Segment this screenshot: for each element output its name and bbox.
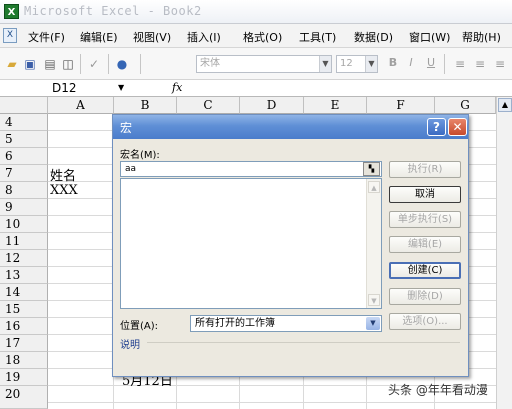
- options-button[interactable]: 选项(O)...: [389, 313, 461, 330]
- row-header-4[interactable]: 4: [0, 114, 48, 131]
- row-header-10[interactable]: 10: [0, 216, 48, 233]
- chevron-down-icon: ▼: [366, 317, 380, 330]
- italic-button[interactable]: I: [404, 56, 418, 69]
- font-name-value: 宋体: [200, 58, 220, 69]
- menu-window[interactable]: 窗口(W): [409, 29, 450, 45]
- scroll-down-icon[interactable]: ▼: [368, 294, 380, 306]
- close-button[interactable]: ✕: [448, 118, 467, 136]
- help-icon[interactable]: ●: [114, 56, 130, 72]
- column-header-a[interactable]: A: [48, 97, 114, 114]
- row-header-20[interactable]: 20: [0, 386, 48, 409]
- column-header-f[interactable]: F: [367, 97, 435, 114]
- toolbar: ▰ ▣ ▤ ◫ ✓ ● 宋体 ▼ 12 ▼ B I U ≡ ≡ ≡: [0, 48, 512, 80]
- cell-a8[interactable]: XXX: [50, 183, 78, 198]
- delete-button[interactable]: 删除(D): [389, 288, 461, 305]
- save-icon[interactable]: ▣: [22, 56, 38, 72]
- row-header-14[interactable]: 14: [0, 284, 48, 301]
- row-header-12[interactable]: 12: [0, 250, 48, 267]
- print-preview-icon[interactable]: ◫: [60, 56, 76, 72]
- column-header-d[interactable]: D: [240, 97, 304, 114]
- menu-bar: X 文件(F) 编辑(E) 视图(V) 插入(I) 格式(O) 工具(T) 数据…: [0, 24, 512, 48]
- column-header-g[interactable]: G: [435, 97, 496, 114]
- row-header-5[interactable]: 5: [0, 131, 48, 148]
- cancel-button[interactable]: 取消: [389, 186, 461, 203]
- menu-file[interactable]: 文件(F): [28, 29, 65, 45]
- align-right-icon[interactable]: ≡: [492, 56, 508, 72]
- name-box[interactable]: D12: [16, 80, 112, 97]
- menu-edit[interactable]: 编辑(E): [80, 29, 118, 45]
- description-divider: [147, 342, 460, 343]
- step-into-button[interactable]: 单步执行(S): [389, 211, 461, 228]
- font-name-select[interactable]: 宋体 ▼: [196, 55, 332, 73]
- row-header-18[interactable]: 18: [0, 352, 48, 369]
- menu-tools[interactable]: 工具(T): [299, 29, 336, 45]
- menu-format[interactable]: 格式(O): [243, 29, 282, 45]
- row-header-13[interactable]: 13: [0, 267, 48, 284]
- help-button[interactable]: ?: [427, 118, 446, 136]
- macro-name-label: 宏名(M):: [120, 150, 160, 161]
- underline-button[interactable]: U: [424, 56, 438, 69]
- location-select[interactable]: 所有打开的工作簿 ▼: [190, 315, 382, 332]
- row-header-11[interactable]: 11: [0, 233, 48, 250]
- collapse-dialog-icon[interactable]: ▚: [363, 162, 380, 176]
- row-header-19[interactable]: 19: [0, 369, 48, 386]
- open-folder-icon[interactable]: ▰: [4, 56, 20, 72]
- watermark-text: 头条 @年年看动漫: [388, 383, 488, 397]
- column-header-c[interactable]: C: [177, 97, 240, 114]
- menu-view[interactable]: 视图(V): [133, 29, 171, 45]
- chevron-down-icon: ▼: [319, 56, 331, 72]
- print-icon[interactable]: ▤: [42, 56, 58, 72]
- column-header-e[interactable]: E: [304, 97, 367, 114]
- macro-list-scrollbar[interactable]: ▲ ▼: [366, 179, 381, 308]
- window-titlebar: X Microsoft Excel - Book2: [0, 0, 512, 24]
- font-size-value: 12: [340, 58, 353, 69]
- dialog-titlebar[interactable]: 宏 ? ✕: [113, 115, 468, 139]
- run-button[interactable]: 执行(R): [389, 161, 461, 178]
- location-value: 所有打开的工作簿: [195, 318, 275, 329]
- row-header-6[interactable]: 6: [0, 148, 48, 165]
- workbook-icon[interactable]: X: [3, 28, 17, 43]
- row-header-8[interactable]: 8: [0, 182, 48, 199]
- window-title: Microsoft Excel - Book2: [24, 4, 202, 18]
- row-header-15[interactable]: 15: [0, 301, 48, 318]
- cell-reference: D12: [52, 81, 77, 95]
- align-left-icon[interactable]: ≡: [452, 56, 468, 72]
- scroll-up-icon[interactable]: ▲: [368, 181, 380, 193]
- dialog-title: 宏: [120, 121, 133, 135]
- row-header-7[interactable]: 7: [0, 165, 48, 182]
- location-label: 位置(A):: [120, 321, 159, 332]
- cell-a7[interactable]: 姓名: [50, 165, 76, 184]
- row-header-17[interactable]: 17: [0, 335, 48, 352]
- select-all-corner[interactable]: [0, 97, 48, 114]
- row-header-9[interactable]: 9: [0, 199, 48, 216]
- chevron-down-icon[interactable]: ▼: [118, 83, 124, 92]
- macro-name-input[interactable]: aa: [120, 161, 382, 177]
- formula-bar: D12 ▼ fx: [0, 80, 512, 97]
- function-icon[interactable]: fx: [172, 81, 182, 94]
- scroll-up-icon[interactable]: ▲: [498, 98, 512, 112]
- font-size-select[interactable]: 12 ▼: [336, 55, 378, 73]
- macro-name-value: aa: [125, 164, 137, 174]
- row-header-16[interactable]: 16: [0, 318, 48, 335]
- description-label: 说明: [120, 340, 140, 351]
- menu-insert[interactable]: 插入(I): [187, 29, 221, 45]
- spelling-icon[interactable]: ✓: [86, 56, 102, 72]
- vertical-scrollbar[interactable]: ▲: [496, 97, 512, 409]
- chevron-down-icon: ▼: [365, 56, 377, 72]
- menu-help[interactable]: 帮助(H): [462, 29, 501, 45]
- macro-dialog: 宏 ? ✕ 宏名(M): aa ▚ ▲ ▼ 执行(R) 取消 单步执行(S) 编…: [112, 114, 469, 377]
- bold-button[interactable]: B: [386, 56, 400, 69]
- macro-list[interactable]: ▲ ▼: [120, 178, 382, 309]
- create-button[interactable]: 创建(C): [389, 262, 461, 279]
- excel-icon: X: [4, 4, 19, 19]
- column-header-b[interactable]: B: [114, 97, 177, 114]
- edit-button[interactable]: 编辑(E): [389, 236, 461, 253]
- align-center-icon[interactable]: ≡: [472, 56, 488, 72]
- menu-data[interactable]: 数据(D): [354, 29, 393, 45]
